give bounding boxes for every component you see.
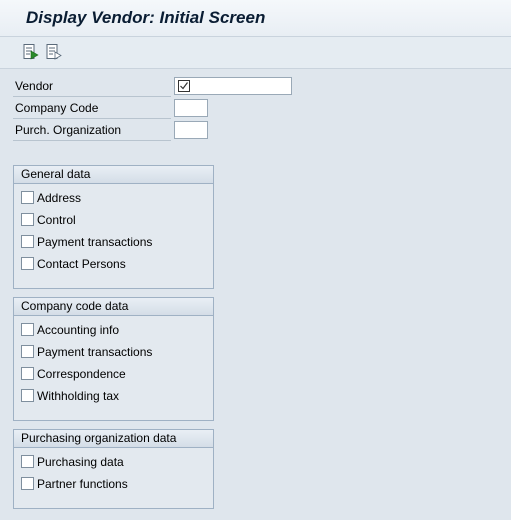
group-title: Company code data [14,298,213,316]
group-title: General data [14,166,213,184]
checkbox-row-purchasing-data: Purchasing data [21,454,124,470]
required-entry-icon [178,80,190,92]
address-checkbox[interactable] [21,191,34,204]
company-code-row: Company Code [13,99,213,119]
title-bar: Display Vendor: Initial Screen [0,0,511,37]
checkbox-label: Payment transactions [37,235,153,249]
checkbox-row-correspondence: Correspondence [21,366,126,382]
checkbox-row-payment-transactions: Payment transactions [21,234,152,250]
checkbox-label: Purchasing data [37,455,124,469]
checkbox-label: Payment transactions [37,345,153,359]
checkbox-row-withholding-tax: Withholding tax [21,388,119,404]
main-content: Vendor Company Code Purch. Organization … [0,69,511,520]
checkbox-label: Address [37,191,82,205]
vendor-label: Vendor [13,77,171,97]
checkbox-row-address: Address [21,190,81,206]
checkbox-label: Control [37,213,76,227]
correspondence-checkbox[interactable] [21,367,34,380]
vendor-input[interactable] [174,77,292,95]
control-checkbox[interactable] [21,213,34,226]
contact-persons-checkbox[interactable] [21,257,34,270]
accounting-info-checkbox[interactable] [21,323,34,336]
application-toolbar [0,37,511,69]
withholding-tax-checkbox[interactable] [21,389,34,402]
checkbox-row-accounting-info: Accounting info [21,322,119,338]
checkbox-label: Accounting info [37,323,120,337]
group-title: Purchasing organization data [14,430,213,448]
purchasing-organization-data-group: Purchasing organization data Purchasing … [13,429,214,509]
checkbox-row-partner-functions: Partner functions [21,476,128,492]
purch-org-label: Purch. Organization [13,121,171,141]
checkbox-label: Partner functions [37,477,128,491]
payment-transactions-cc-checkbox[interactable] [21,345,34,358]
display-document-icon[interactable] [45,43,63,61]
checkbox-row-contact-persons: Contact Persons [21,256,126,272]
checkbox-row-control: Control [21,212,76,228]
company-code-input[interactable] [174,99,208,117]
purch-org-input[interactable] [174,121,208,139]
checkbox-label: Contact Persons [37,257,126,271]
partner-functions-checkbox[interactable] [21,477,34,490]
purch-org-row: Purch. Organization [13,121,213,141]
page-title: Display Vendor: Initial Screen [26,8,266,27]
execute-icon[interactable] [22,43,40,61]
vendor-row: Vendor [13,77,293,97]
company-code-label: Company Code [13,99,171,119]
purchasing-data-checkbox[interactable] [21,455,34,468]
checkbox-row-payment-transactions-cc: Payment transactions [21,344,152,360]
checkbox-label: Withholding tax [37,389,120,403]
payment-transactions-checkbox[interactable] [21,235,34,248]
checkbox-label: Correspondence [37,367,126,381]
company-code-data-group: Company code data Accounting info Paymen… [13,297,214,421]
general-data-group: General data Address Control Payment tra… [13,165,214,289]
